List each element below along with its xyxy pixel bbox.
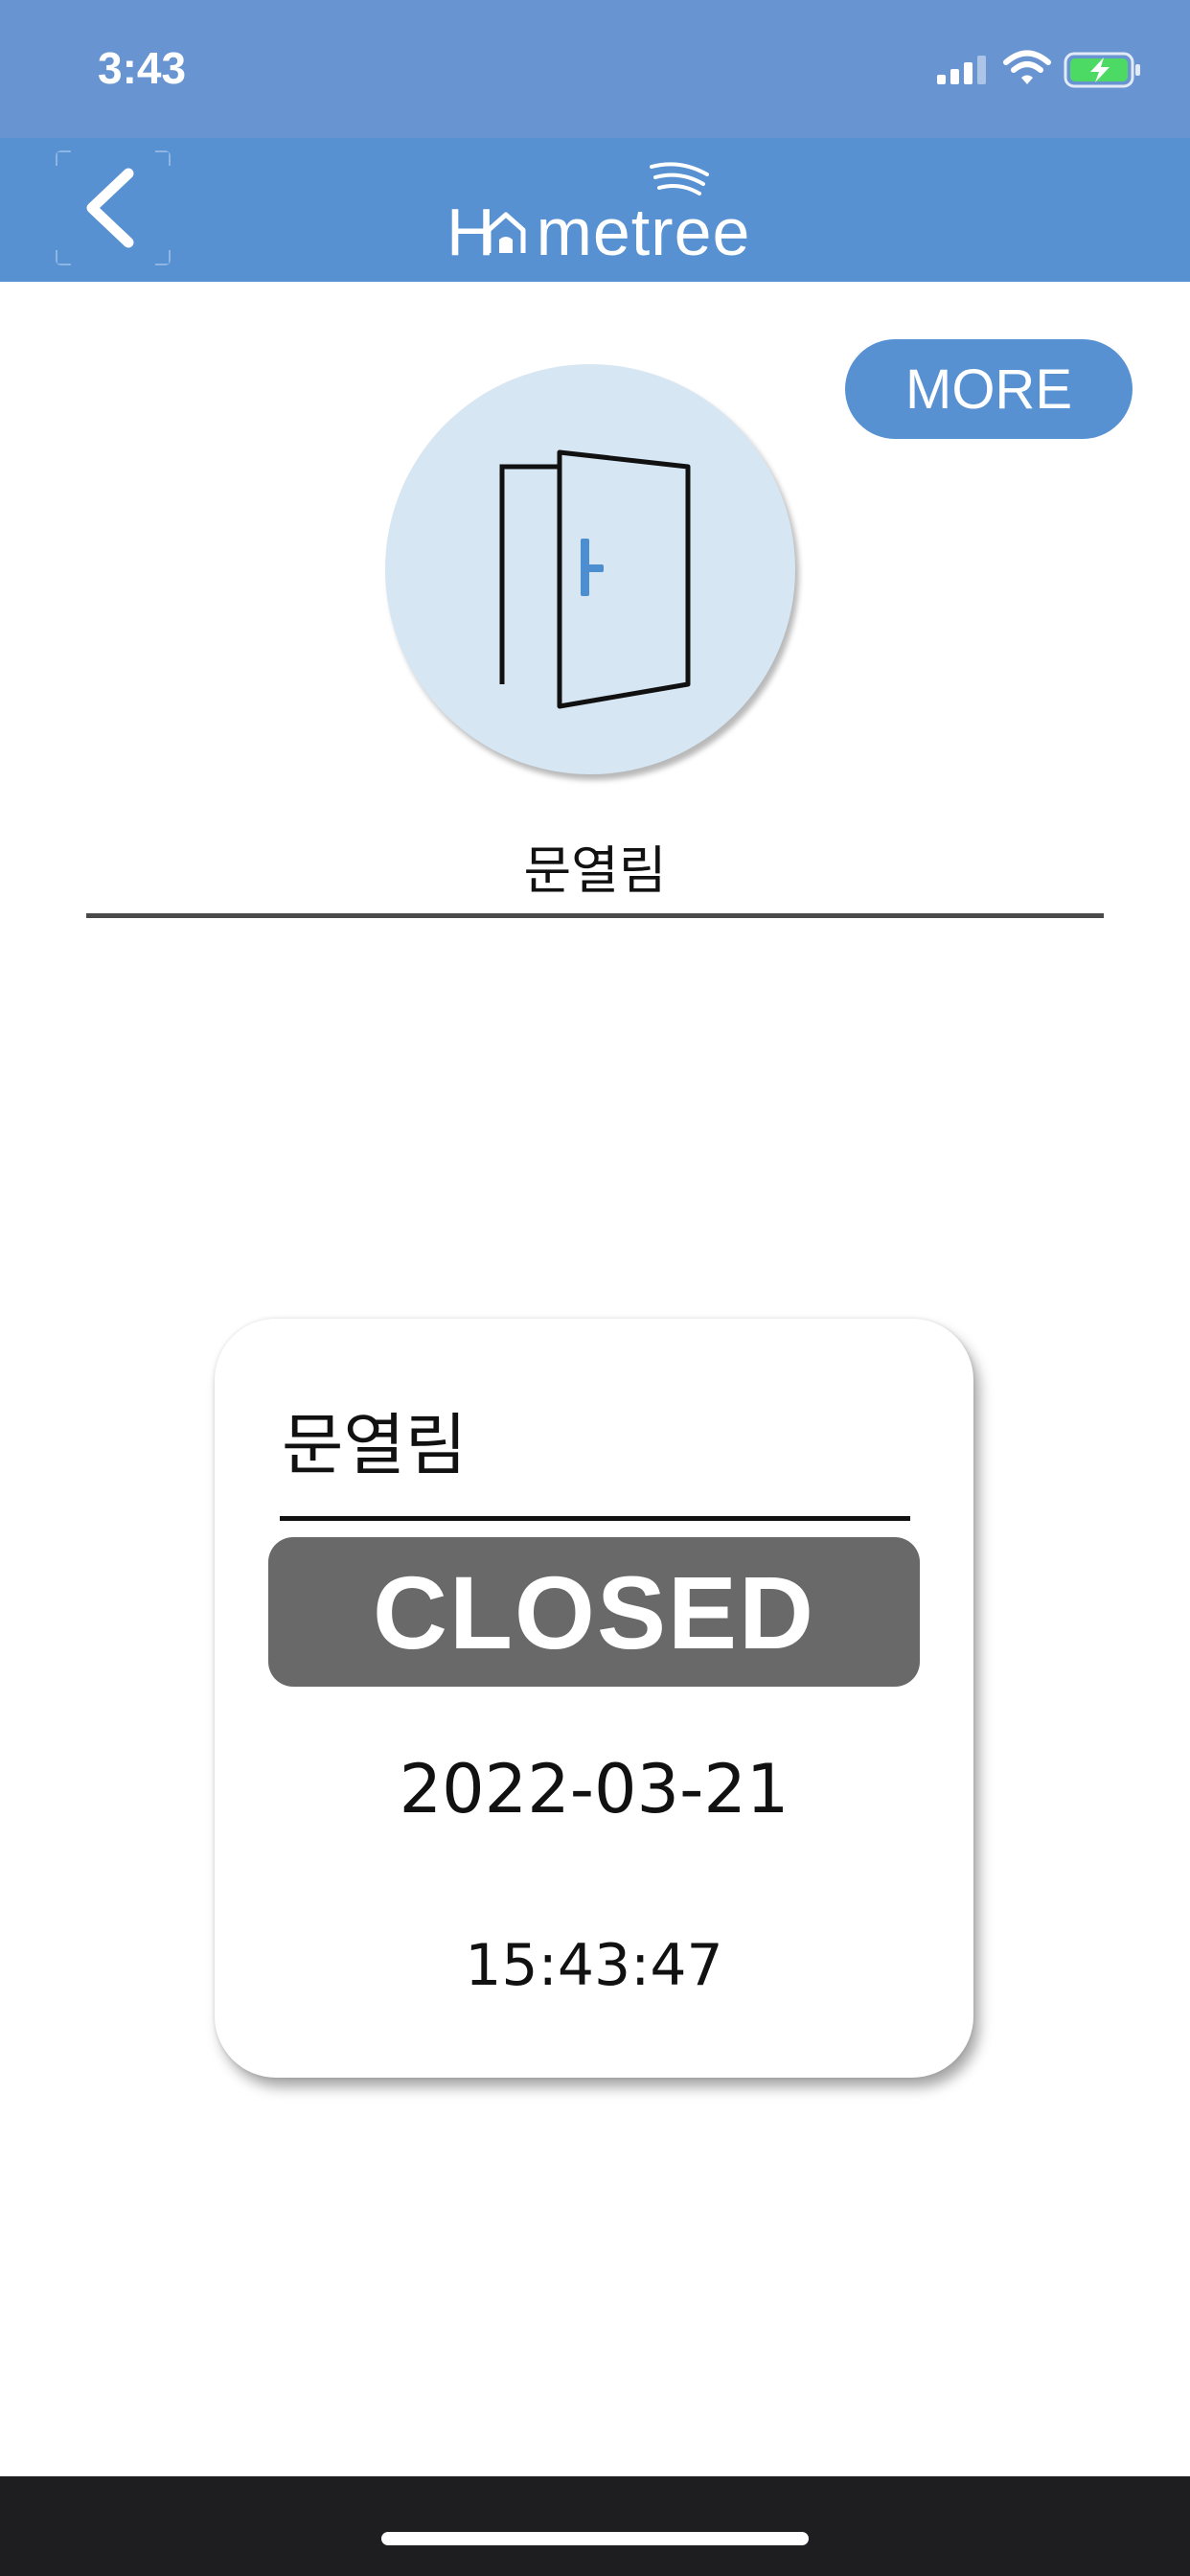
- divider: [86, 913, 1104, 918]
- cellular-signal-icon: [937, 56, 986, 84]
- status-text: CLOSED: [372, 1553, 816, 1670]
- event-date: 2022-03-21: [399, 1750, 790, 1828]
- more-button[interactable]: MORE: [845, 339, 1133, 439]
- battery-charging-icon: [1064, 52, 1140, 88]
- chevron-left-icon: [86, 168, 134, 248]
- wifi-icon: [1003, 50, 1051, 84]
- status-time: 3:43: [98, 43, 187, 93]
- house-icon: [486, 212, 526, 253]
- logo-letters-rest: metree: [536, 195, 751, 269]
- event-time: 15:43:47: [465, 1932, 723, 1999]
- back-button[interactable]: [56, 150, 171, 265]
- status-badge: CLOSED: [268, 1537, 920, 1687]
- card-divider: [280, 1516, 910, 1521]
- card-title: 문열림: [282, 1406, 468, 1484]
- open-door-icon: [499, 449, 691, 709]
- device-icon-circle[interactable]: [385, 364, 795, 774]
- home-indicator[interactable]: [381, 2532, 809, 2545]
- nav-bar: Hmetree: [0, 138, 1190, 282]
- status-bar: 3:43: [0, 0, 1190, 138]
- status-card: 문열림 CLOSED 2022-03-21 15:43:47: [215, 1319, 973, 2078]
- home-bar-area: [0, 2476, 1190, 2576]
- device-name-label: 문열림: [523, 840, 667, 901]
- hometree-logo: Hmetree: [446, 161, 753, 269]
